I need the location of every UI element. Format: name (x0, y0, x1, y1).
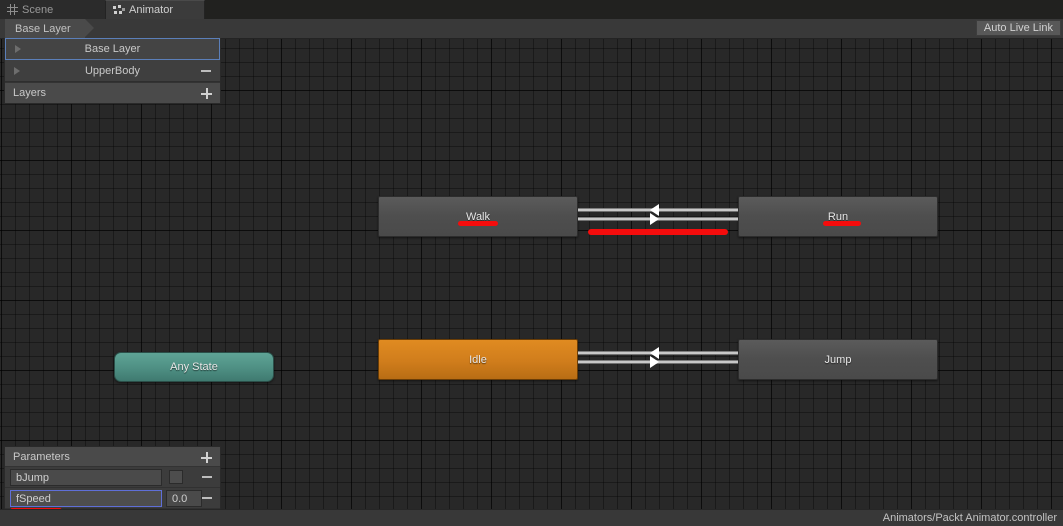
parameters-header: Parameters (5, 447, 220, 467)
status-bar-path: Animators/Packt Animator.controller (882, 512, 1057, 524)
remove-parameter-icon[interactable] (202, 497, 212, 499)
auto-live-link-button[interactable]: Auto Live Link (975, 20, 1061, 36)
tab-scene[interactable]: Scene (0, 0, 105, 19)
parameter-bool-checkbox[interactable] (169, 470, 183, 484)
auto-live-link-label: Auto Live Link (983, 22, 1053, 34)
parameters-header-label: Parameters (13, 450, 70, 463)
parameter-name-field[interactable]: fSpeed (10, 490, 162, 507)
animator-window: Scene Animator Base Layer Auto Live Link… (0, 0, 1063, 526)
parameter-name-field[interactable]: bJump (10, 469, 162, 486)
remove-parameter-icon[interactable] (202, 476, 212, 478)
state-node-idle[interactable]: Idle (378, 339, 578, 380)
add-layer-button[interactable] (201, 88, 212, 99)
annotation-underline-run (823, 221, 861, 226)
status-bar: Animators/Packt Animator.controller (0, 509, 1063, 526)
layers-footer-label: Layers (13, 87, 47, 99)
tab-scene-label: Scene (22, 3, 54, 16)
state-node-run[interactable]: Run (738, 196, 938, 237)
state-node-walk[interactable]: Walk (378, 196, 578, 237)
parameters-panel: Parameters bJump fSpeed 0.0 (4, 446, 221, 510)
transition-walk-run[interactable] (578, 204, 738, 225)
layer-label: Base Layer (84, 43, 141, 55)
animator-nodes-icon (113, 4, 125, 16)
transition-idle-jump[interactable] (578, 347, 738, 368)
layer-label: UpperBody (84, 64, 141, 77)
state-node-any-state[interactable]: Any State (114, 352, 274, 382)
breadcrumb-label: Base Layer (15, 22, 71, 35)
tab-animator-label: Animator (129, 4, 174, 16)
state-node-jump[interactable]: Jump (738, 339, 938, 380)
parameter-row-bjump[interactable]: bJump (5, 467, 220, 488)
layers-footer: Layers (5, 82, 220, 103)
add-parameter-button[interactable] (201, 451, 212, 463)
annotation-underline-walk (458, 221, 498, 226)
state-node-label: Jump (824, 353, 852, 366)
parameter-row-fspeed[interactable]: fSpeed 0.0 (5, 488, 220, 509)
state-node-label: Idle (469, 353, 487, 366)
animator-toolbar: Base Layer (0, 19, 1063, 39)
layer-row-base-layer[interactable]: Base Layer (5, 38, 220, 60)
window-tab-bar: Scene Animator (0, 0, 1063, 20)
breadcrumb[interactable]: Base Layer (5, 19, 94, 38)
state-node-label: Any State (170, 361, 218, 373)
layer-row-upperbody[interactable]: UpperBody (5, 60, 220, 82)
parameter-float-value[interactable]: 0.0 (166, 490, 202, 507)
transition-arrow-right-icon (650, 213, 659, 225)
transition-arrow-right-icon (650, 356, 659, 368)
expand-triangle-icon[interactable] (14, 66, 20, 75)
expand-triangle-icon[interactable] (15, 45, 21, 53)
annotation-underline-transition-walk-run (588, 229, 728, 235)
grid-hash-icon (7, 4, 18, 15)
tab-animator[interactable]: Animator (105, 0, 205, 19)
remove-layer-icon[interactable] (201, 69, 211, 72)
layers-panel: Base Layer UpperBody Layers (4, 38, 221, 104)
